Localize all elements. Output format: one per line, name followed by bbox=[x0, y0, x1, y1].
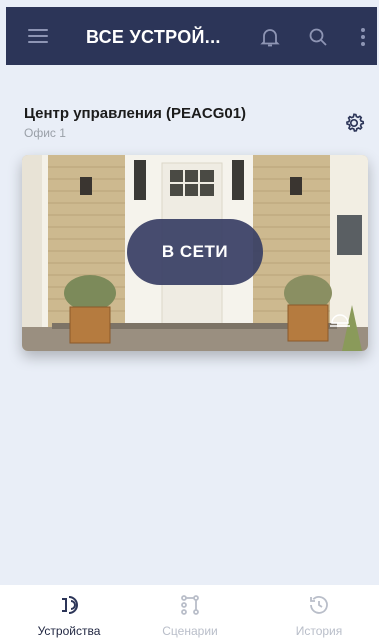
app-bar: ВСЕ УСТРОЙ... bbox=[6, 7, 377, 65]
tab-devices[interactable]: Устройства bbox=[9, 585, 129, 642]
tab-scenarios[interactable]: Сценарии bbox=[130, 585, 250, 642]
bottom-nav: Устройства Сценарии История bbox=[0, 585, 379, 642]
tab-scenarios-label: Сценарии bbox=[162, 624, 218, 638]
bell-icon[interactable] bbox=[258, 25, 282, 49]
scenarios-icon bbox=[178, 593, 202, 617]
tab-history-label: История bbox=[295, 624, 343, 638]
more-vert-icon[interactable] bbox=[351, 25, 375, 49]
history-icon bbox=[307, 593, 331, 617]
settings-gear-icon[interactable] bbox=[343, 112, 365, 134]
menu-icon[interactable] bbox=[28, 29, 48, 44]
page-title: ВСЕ УСТРОЙ... bbox=[86, 27, 221, 47]
dome-camera-icon bbox=[329, 312, 351, 330]
tab-devices-label: Устройства bbox=[37, 624, 101, 638]
tab-history[interactable]: История bbox=[259, 585, 379, 642]
hub-location: Офис 1 bbox=[24, 126, 66, 140]
hub-status-badge[interactable]: В СЕТИ bbox=[127, 219, 263, 285]
search-icon[interactable] bbox=[306, 25, 330, 49]
devices-icon bbox=[57, 593, 81, 617]
hub-name: Центр управления (PEACG01) bbox=[24, 105, 247, 122]
